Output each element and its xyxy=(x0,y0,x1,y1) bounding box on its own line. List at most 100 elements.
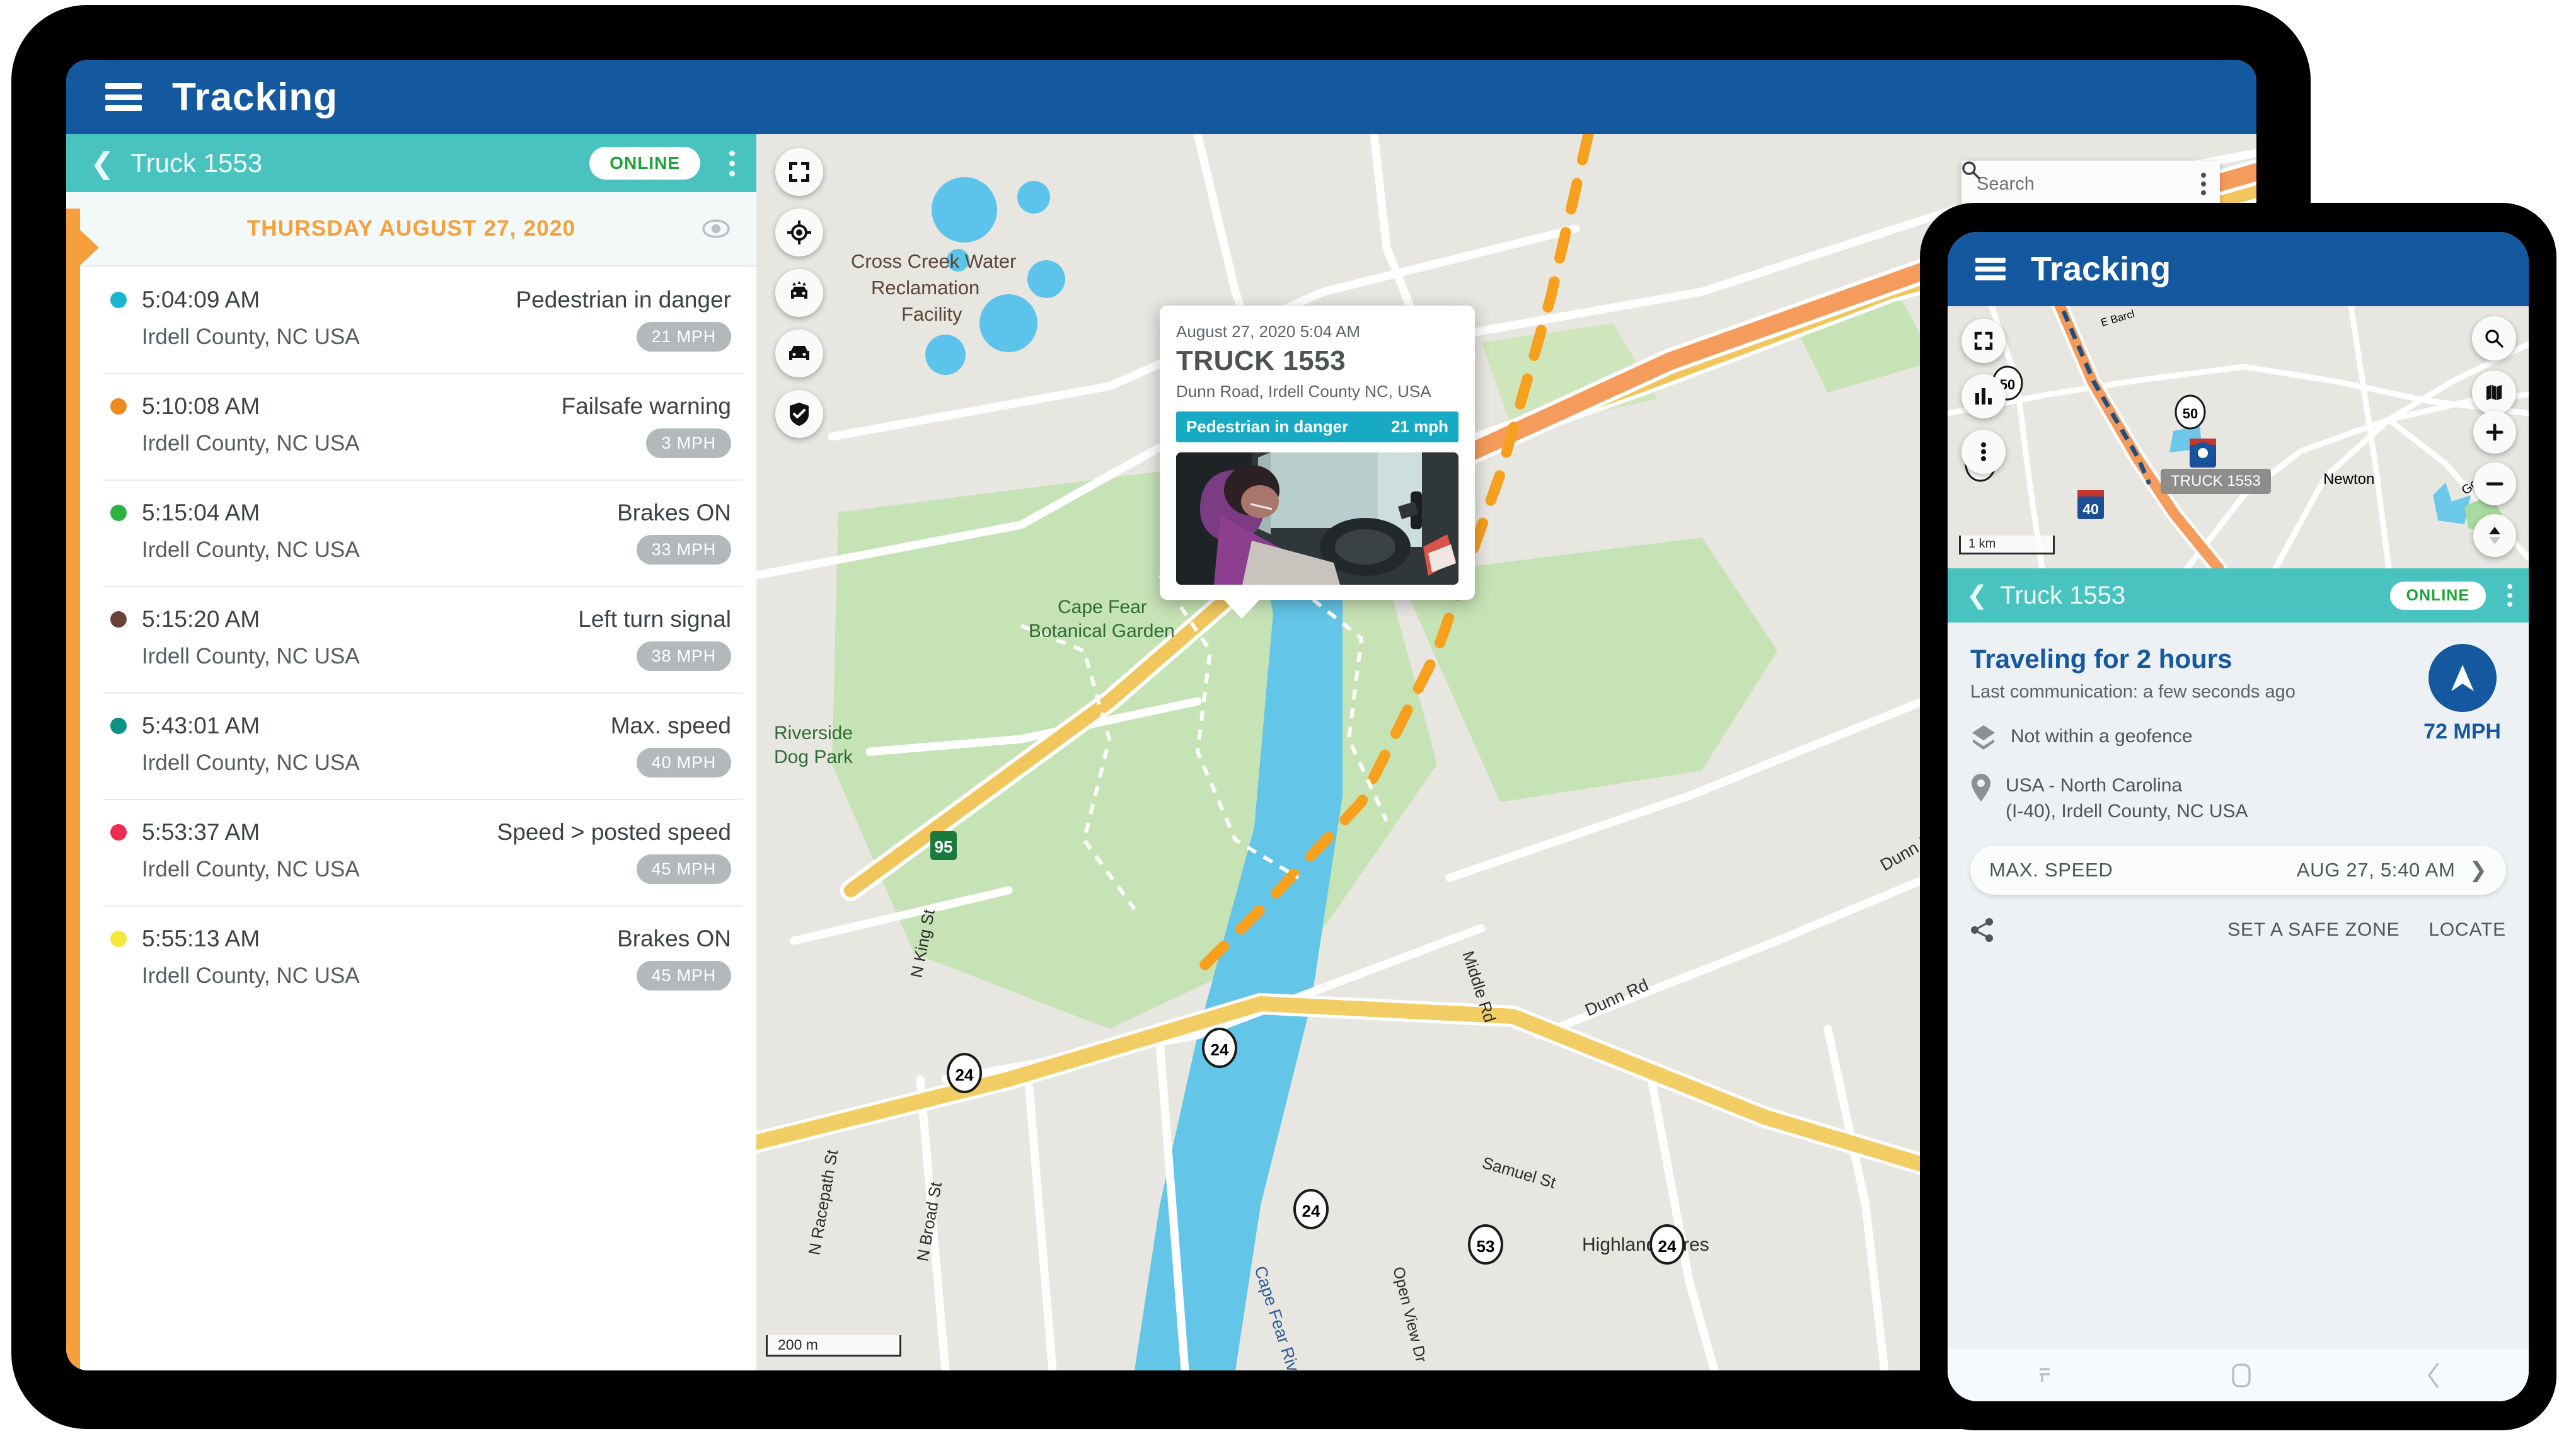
locate-icon[interactable] xyxy=(775,209,823,256)
car-wash-icon[interactable] xyxy=(775,269,823,317)
phone-map-toolbar[interactable] xyxy=(1961,319,2006,474)
phone-app-bar: Tracking xyxy=(1948,232,2529,306)
event-list-item[interactable]: 5:43:01 AMMax. speedIrdell County, NC US… xyxy=(80,692,756,799)
share-icon[interactable] xyxy=(1970,917,1994,943)
event-location: Irdell County, NC USA xyxy=(142,963,360,989)
event-location: Irdell County, NC USA xyxy=(142,750,360,776)
bar-chart-icon[interactable] xyxy=(1961,374,2006,418)
event-time: 5:15:04 AM xyxy=(142,500,260,526)
dashcam-driver-photo[interactable] xyxy=(1176,452,1458,585)
phone-vehicle-marker-label: TRUCK 1553 xyxy=(2161,469,2271,494)
phone-action-bar: SET A SAFE ZONE LOCATE xyxy=(1970,917,2506,949)
android-nav-bar xyxy=(1948,1350,2529,1401)
max-speed-date: AUG 27, 5:40 AM xyxy=(2297,859,2456,881)
svg-text:Cape Fear: Cape Fear xyxy=(1058,597,1147,617)
kebab-menu-icon[interactable] xyxy=(717,151,735,176)
sidebar-header: ❮ Truck 1553 ONLINE xyxy=(66,134,756,192)
popup-timestamp: August 27, 2020 5:04 AM xyxy=(1176,322,1458,342)
phone-map-zoom-controls[interactable] xyxy=(2473,411,2516,557)
svg-text:40: 40 xyxy=(2082,501,2099,517)
event-time: 5:55:13 AM xyxy=(142,926,260,952)
event-speed-badge: 40 MPH xyxy=(637,748,731,778)
phone-map-scale-label: 1 km xyxy=(1968,537,1996,551)
event-speed-badge: 3 MPH xyxy=(646,428,731,458)
event-speed-badge: 33 MPH xyxy=(637,535,731,565)
event-list-item[interactable]: 5:15:20 AMLeft turn signalIrdell County,… xyxy=(80,586,756,692)
kebab-menu-icon[interactable] xyxy=(2201,173,2206,195)
svg-text:Dog Park: Dog Park xyxy=(774,747,853,767)
hamburger-icon[interactable] xyxy=(105,83,142,111)
chevron-right-icon[interactable]: ❯ xyxy=(2469,858,2488,883)
layers-icon xyxy=(1970,724,1997,752)
fullscreen-icon[interactable] xyxy=(1961,319,2006,363)
home-icon[interactable] xyxy=(2231,1362,2252,1389)
event-time: 5:43:01 AM xyxy=(142,713,260,739)
event-list-item[interactable]: 5:15:04 AMBrakes ONIrdell County, NC USA… xyxy=(80,479,756,586)
map-pin-icon xyxy=(1970,773,1992,802)
phone-map[interactable]: E Barcl Newton Goldsb 50 50 55 40 xyxy=(1948,306,2529,568)
event-type: Brakes ON xyxy=(617,926,731,952)
svg-text:Riverside: Riverside xyxy=(774,723,853,743)
eye-icon[interactable] xyxy=(702,219,730,238)
map-toolbar[interactable] xyxy=(775,148,823,438)
event-type: Brakes ON xyxy=(617,500,731,526)
back-icon[interactable] xyxy=(2424,1362,2443,1389)
phone-vehicle-marker[interactable]: TRUCK 1553 xyxy=(2192,442,2271,494)
search-input[interactable]: Search xyxy=(1977,174,2185,195)
event-time: 5:10:08 AM xyxy=(142,393,260,420)
compass-icon[interactable] xyxy=(2473,514,2516,557)
max-speed-label: MAX. SPEED xyxy=(1989,859,2113,881)
event-list-item[interactable]: 5:55:13 AM Brakes ON Irdell County, NC USA… xyxy=(80,905,756,1012)
minus-icon[interactable] xyxy=(2473,462,2516,505)
event-severity-dot xyxy=(110,824,127,841)
phone-vehicle-header: ❮ Truck 1553 ONLINE xyxy=(1948,568,2529,623)
phone-screen: Tracking xyxy=(1948,232,2529,1401)
svg-text:Cross Creek Water: Cross Creek Water xyxy=(851,250,1016,272)
shield-check-icon[interactable] xyxy=(775,390,823,438)
phone-vehicle-name[interactable]: Truck 1553 xyxy=(2001,582,2377,610)
event-popup-card[interactable]: August 27, 2020 5:04 AM TRUCK 1553 Dunn … xyxy=(1160,306,1475,600)
event-speed-badge: 45 MPH xyxy=(637,854,731,884)
popup-alert-bar: Pedestrian in danger 21 mph xyxy=(1176,411,1458,442)
svg-text:Newton: Newton xyxy=(2323,471,2374,488)
map-search-bar[interactable]: Search xyxy=(1961,161,2220,207)
popup-title: TRUCK 1553 xyxy=(1176,345,1458,377)
hamburger-icon[interactable] xyxy=(1975,258,2006,280)
screenshot-root: Tracking ❮ Truck 1553 ONLINE THURSDAY AU… xyxy=(0,0,2576,1441)
locate-button[interactable]: LOCATE xyxy=(2429,919,2506,941)
svg-text:53: 53 xyxy=(1477,1237,1495,1256)
svg-text:Highland Acres: Highland Acres xyxy=(1582,1234,1709,1255)
recents-icon[interactable] xyxy=(2033,1363,2059,1388)
fullscreen-icon[interactable] xyxy=(775,148,823,196)
car-icon[interactable] xyxy=(775,330,823,377)
event-list-item[interactable]: 5:10:08 AMFailsafe warningIrdell County,… xyxy=(80,373,756,479)
chevron-left-icon[interactable]: ❮ xyxy=(90,149,115,178)
plus-icon[interactable] xyxy=(2473,411,2516,454)
event-speed-badge: 21 MPH xyxy=(637,322,731,352)
event-severity-dot xyxy=(110,718,127,734)
chevron-left-icon[interactable]: ❮ xyxy=(1967,581,1988,610)
search-icon xyxy=(1961,161,1980,180)
event-list[interactable]: 5:04:09 AMPedestrian in dangerIrdell Cou… xyxy=(66,267,756,1370)
kebab-menu-icon[interactable] xyxy=(1961,430,2006,474)
event-speed-badge: 45 MPH xyxy=(637,961,731,990)
event-list-item[interactable]: 5:04:09 AMPedestrian in dangerIrdell Cou… xyxy=(80,267,756,373)
svg-text:Reclamation: Reclamation xyxy=(871,277,979,299)
event-severity-dot xyxy=(110,505,127,521)
event-type: Speed > posted speed xyxy=(497,819,731,846)
svg-text:Botanical Garden: Botanical Garden xyxy=(1029,621,1175,641)
navigation-arrow-icon xyxy=(2429,644,2497,712)
phone-map-right-toolbar[interactable] xyxy=(2472,316,2516,415)
max-speed-row[interactable]: MAX. SPEED AUG 27, 5:40 AM ❯ xyxy=(1970,846,2506,895)
kebab-menu-icon[interactable] xyxy=(2498,584,2512,607)
event-type: Left turn signal xyxy=(578,606,731,633)
event-severity-dot xyxy=(110,611,127,628)
map-layers-icon[interactable] xyxy=(2472,370,2516,415)
search-icon[interactable] xyxy=(2472,316,2516,360)
sidebar-vehicle-name[interactable]: Truck 1553 xyxy=(131,148,574,178)
current-speed: 72 MPH xyxy=(2423,720,2501,744)
set-safe-zone-button[interactable]: SET A SAFE ZONE xyxy=(2227,919,2400,941)
event-list-item[interactable]: 5:53:37 AMSpeed > posted speedIrdell Cou… xyxy=(80,799,756,905)
app-title: Tracking xyxy=(172,75,338,120)
svg-text:95: 95 xyxy=(935,837,953,856)
